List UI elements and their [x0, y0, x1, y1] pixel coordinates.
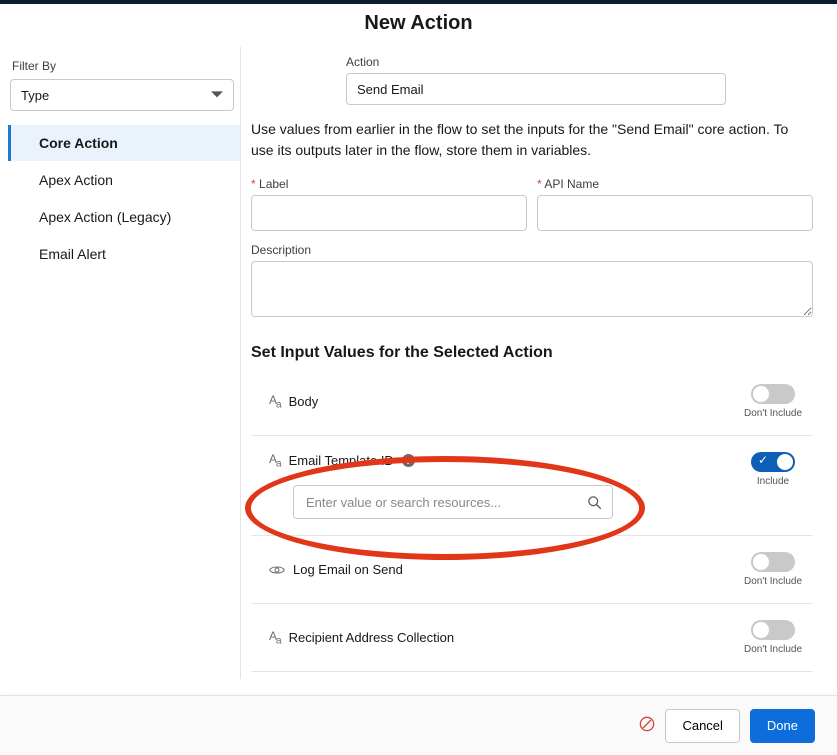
input-row-recipient-collection: Aa Recipient Address Collection Don't In…: [251, 604, 813, 672]
error-icon: [639, 716, 655, 735]
sidebar-item-apex-action[interactable]: Apex Action: [8, 162, 240, 198]
description-input[interactable]: [251, 261, 813, 317]
toggle-caption-body: Don't Include: [741, 408, 805, 419]
action-combobox[interactable]: Send Email: [346, 73, 726, 105]
input-row-email-template-id: Aa Email Template ID i Enter value or se…: [251, 436, 813, 536]
help-text: Use values from earlier in the flow to s…: [251, 119, 813, 161]
action-field-label: Action: [346, 55, 813, 69]
sidebar-item-email-alert[interactable]: Email Alert: [8, 236, 240, 272]
text-type-icon: Aa: [269, 393, 281, 410]
text-type-icon: Aa: [269, 452, 281, 469]
type-select[interactable]: Type: [10, 79, 234, 111]
input-row-partial: [251, 672, 813, 679]
chevron-down-icon: [211, 89, 223, 101]
input-label-recipient-collection: Recipient Address Collection: [289, 630, 454, 645]
filter-by-label: Filter By: [8, 59, 240, 73]
footer: Cancel Done: [0, 695, 837, 755]
apiname-input[interactable]: [537, 195, 813, 231]
cancel-button[interactable]: Cancel: [665, 709, 739, 743]
toggle-caption-template: Include: [741, 476, 805, 487]
email-template-id-input[interactable]: Enter value or search resources...: [293, 485, 613, 519]
input-label-email-template-id: Email Template ID: [289, 453, 394, 468]
label-label: Label: [251, 177, 527, 191]
label-input[interactable]: [251, 195, 527, 231]
done-button[interactable]: Done: [750, 709, 815, 743]
apiname-label: API Name: [537, 177, 813, 191]
sidebar-item-apex-action-legacy[interactable]: Apex Action (Legacy): [8, 199, 240, 235]
input-row-body: Aa Body Don't Include: [251, 368, 813, 436]
description-label: Description: [251, 243, 813, 257]
text-type-icon: Aa: [269, 629, 281, 646]
sidebar-item-core-action[interactable]: Core Action: [8, 125, 240, 161]
modal-title: New Action: [0, 4, 837, 47]
input-label-log-email: Log Email on Send: [293, 562, 403, 577]
type-select-value: Type: [21, 88, 49, 103]
info-icon[interactable]: i: [402, 454, 415, 467]
search-icon: [587, 495, 602, 510]
toggle-body[interactable]: [751, 384, 795, 404]
action-value: Send Email: [357, 82, 423, 97]
boolean-type-icon: [269, 564, 285, 576]
email-template-id-placeholder: Enter value or search resources...: [306, 495, 501, 510]
sidebar: Filter By Type Core Action Apex Action A…: [0, 47, 240, 679]
input-label-body: Body: [289, 394, 319, 409]
toggle-email-template-id[interactable]: [751, 452, 795, 472]
toggle-log-email[interactable]: [751, 552, 795, 572]
toggle-recipient-collection[interactable]: [751, 620, 795, 640]
toggle-caption-recipient: Don't Include: [741, 644, 805, 655]
main-panel: Action Send Email Use values from earlie…: [240, 47, 837, 679]
input-values-heading: Set Input Values for the Selected Action: [251, 344, 813, 362]
toggle-caption-log-email: Don't Include: [741, 576, 805, 587]
input-row-log-email: Log Email on Send Don't Include: [251, 536, 813, 604]
